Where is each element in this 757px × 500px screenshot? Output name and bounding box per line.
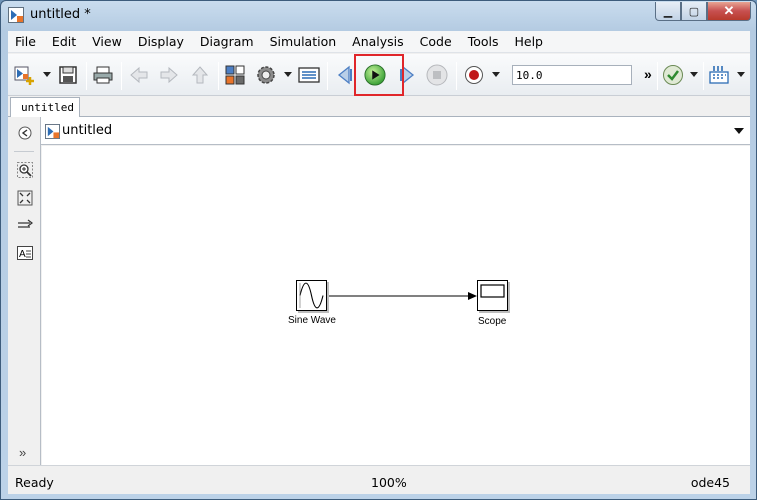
record-button[interactable] (463, 64, 485, 86)
arrow-button[interactable] (16, 216, 33, 233)
close-button[interactable]: ✕ (707, 2, 751, 21)
palette-separator (14, 151, 34, 152)
diagram-canvas[interactable]: Sine Wave Scope (42, 146, 750, 465)
menu-analysis[interactable]: Analysis (344, 31, 412, 53)
build-icon (709, 66, 729, 84)
new-model-icon (14, 66, 34, 85)
window-controls: ▁ ▢ ✕ (655, 2, 751, 21)
menu-view[interactable]: View (84, 31, 130, 53)
build-dropdown[interactable] (737, 72, 745, 77)
toolbar-separator (657, 62, 658, 90)
svg-text:A: A (19, 249, 26, 260)
client-area: File Edit View Display Diagram Simulatio… (8, 31, 750, 494)
menu-bar: File Edit View Display Diagram Simulatio… (8, 31, 750, 53)
print-icon (93, 66, 113, 84)
toolbar-separator (456, 62, 457, 90)
forward-button[interactable] (158, 64, 180, 86)
up-icon (191, 66, 209, 84)
toolbar-separator (86, 62, 87, 90)
scope-label: Scope (478, 316, 507, 327)
menu-code[interactable]: Code (412, 31, 460, 53)
zoom-level: 100% (371, 475, 407, 490)
fit-to-view-button[interactable] (16, 189, 33, 206)
library-browser-button[interactable] (224, 64, 246, 86)
signal-arrow-icon (17, 219, 33, 228)
maximize-icon: ▢ (688, 5, 700, 18)
toolbar-separator (703, 62, 704, 90)
save-icon (59, 66, 77, 84)
annotation-icon: A (16, 245, 33, 260)
model-config-icon (257, 66, 275, 84)
record-dropdown[interactable] (492, 72, 500, 77)
model-tab-strip: untitled (8, 97, 750, 117)
fit-to-view-icon (17, 190, 32, 205)
menu-file[interactable]: File (8, 31, 44, 53)
record-icon (465, 66, 483, 84)
step-back-icon (337, 65, 352, 85)
check-button[interactable] (662, 64, 684, 86)
scope-block[interactable] (477, 280, 508, 311)
menu-edit[interactable]: Edit (44, 31, 84, 53)
save-button[interactable] (57, 64, 79, 86)
zoom-icon (16, 161, 33, 178)
back-button[interactable] (128, 64, 150, 86)
minimize-button[interactable]: ▁ (655, 2, 681, 21)
up-button[interactable] (189, 64, 211, 86)
signal-line[interactable] (42, 146, 750, 465)
address-dropdown[interactable] (734, 128, 744, 134)
address-path[interactable]: untitled (62, 123, 112, 138)
title-bar: untitled * ▁ ▢ ✕ (1, 1, 756, 31)
toolbar-separator (327, 62, 328, 90)
model-explorer-icon (298, 67, 320, 83)
new-model-button[interactable] (13, 64, 35, 86)
sine-wave-icon (299, 282, 324, 309)
stop-button[interactable] (426, 64, 448, 86)
check-dropdown[interactable] (690, 72, 698, 77)
minimize-icon: ▁ (663, 5, 673, 18)
menu-simulation[interactable]: Simulation (262, 31, 345, 53)
run-button-highlight (354, 54, 404, 96)
back-circle-icon (18, 126, 31, 139)
status-bar: Ready 100% ode45 (8, 465, 750, 494)
model-icon (45, 124, 60, 142)
hide-explorer-button[interactable] (16, 124, 33, 141)
check-icon (663, 65, 683, 85)
simulink-app-icon (8, 7, 24, 23)
model-config-button[interactable] (255, 64, 277, 86)
new-model-dropdown[interactable] (43, 72, 51, 77)
tab-untitled[interactable]: untitled (10, 97, 80, 117)
menu-help[interactable]: Help (506, 31, 551, 53)
sine-wave-block[interactable] (296, 280, 327, 311)
window: untitled * ▁ ▢ ✕ File Edit View Display … (0, 0, 757, 500)
toolbar-separator (121, 62, 122, 90)
model-explorer-button[interactable] (298, 64, 320, 86)
address-bar: untitled (41, 117, 750, 145)
menu-tools[interactable]: Tools (460, 31, 507, 53)
menu-display[interactable]: Display (130, 31, 192, 53)
back-icon (130, 66, 148, 84)
close-icon: ✕ (723, 3, 735, 18)
annotation-button[interactable]: A (16, 244, 33, 261)
palette-more-icon[interactable]: » (19, 445, 26, 460)
build-button[interactable] (708, 64, 730, 86)
left-palette: A » (8, 117, 41, 465)
step-back-button[interactable] (334, 64, 356, 86)
stop-time-field[interactable]: 10.0 (512, 65, 632, 85)
model-config-dropdown[interactable] (284, 72, 292, 77)
maximize-button[interactable]: ▢ (681, 2, 707, 21)
forward-icon (160, 66, 178, 84)
solver-name[interactable]: ode45 (691, 475, 730, 490)
zoom-button[interactable] (16, 161, 33, 178)
toolbar-separator (218, 62, 219, 90)
toolbar-overflow-icon[interactable]: » (644, 66, 652, 82)
menu-diagram[interactable]: Diagram (192, 31, 262, 53)
print-button[interactable] (92, 64, 114, 86)
scope-icon (480, 284, 505, 298)
sine-wave-label: Sine Wave (288, 315, 336, 326)
stop-icon (426, 64, 448, 86)
library-browser-icon (225, 65, 245, 85)
window-title: untitled * (30, 7, 91, 22)
status-text: Ready (15, 475, 54, 490)
